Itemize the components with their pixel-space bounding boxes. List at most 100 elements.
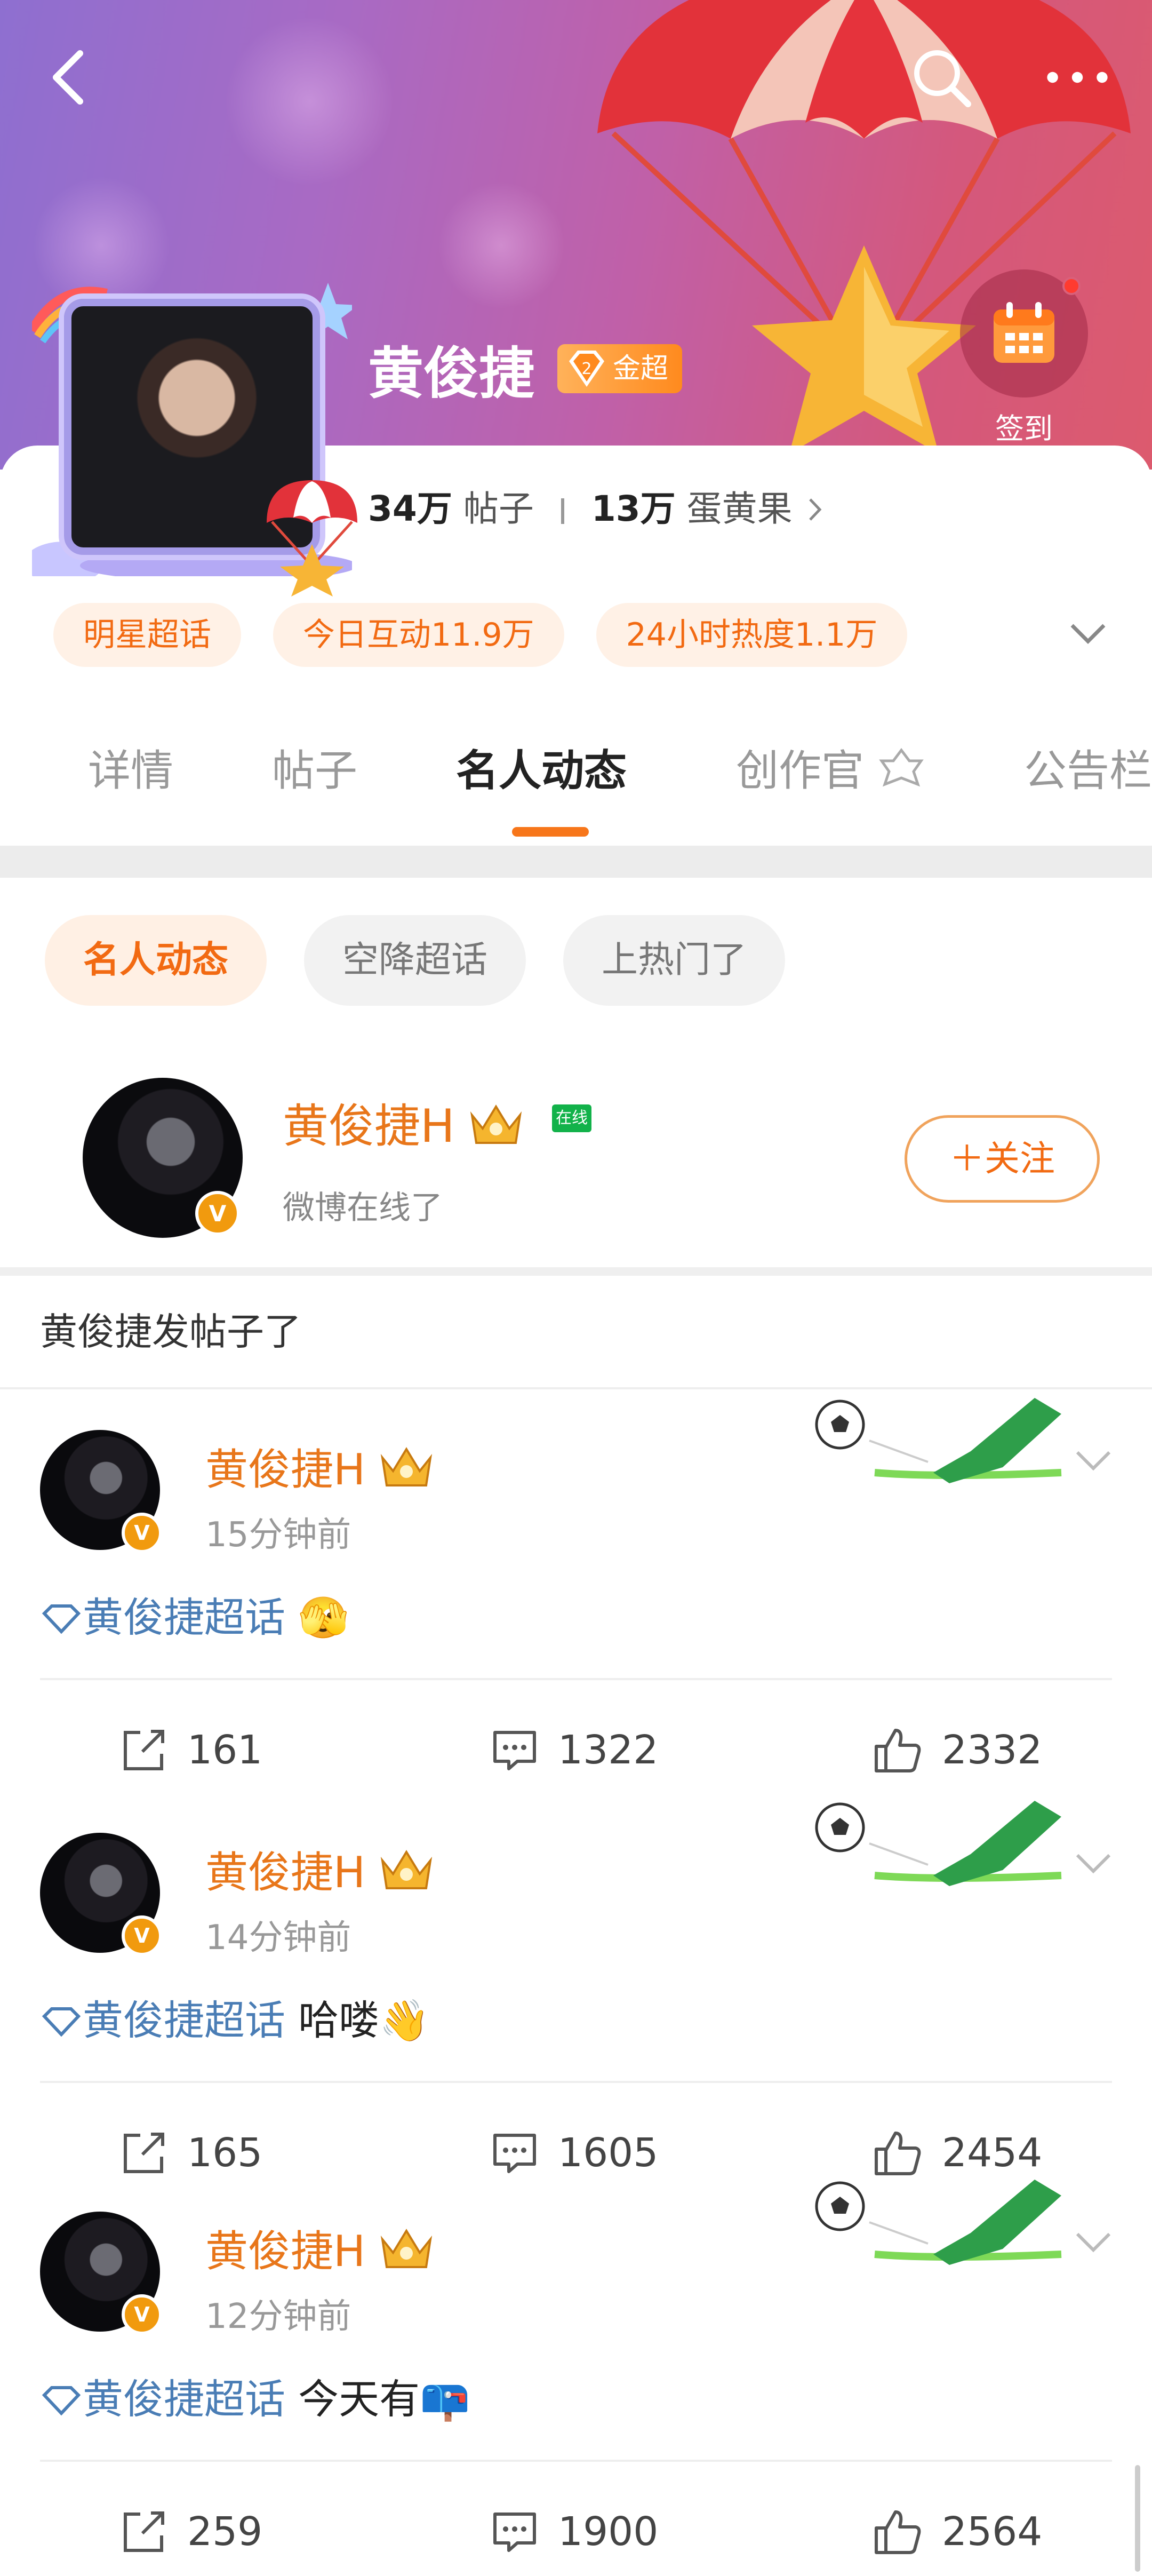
post-author-label: 黄俊捷H: [205, 1848, 366, 1897]
like-button[interactable]: 2332: [872, 1718, 1042, 1782]
post-author[interactable]: 黄俊捷H: [205, 2217, 436, 2279]
chip-trending[interactable]: 上热门了: [563, 915, 786, 1006]
online-badge: 在线: [552, 1104, 591, 1132]
tag-row: 明星超话 今日互动11.9万 24小时热度1.1万: [53, 603, 908, 667]
like-count: 2332: [942, 1727, 1043, 1773]
posts-label: 帖子: [463, 488, 534, 529]
post-author-label: 黄俊捷H: [205, 2227, 366, 2276]
post-card[interactable]: V 黄俊捷H 14分钟前 黄俊捷超话 哈喽👋 165 1605 2454: [0, 1790, 1152, 2176]
verified-badge: V: [195, 1191, 240, 1236]
tag-star-supertopic[interactable]: 明星超话: [53, 603, 241, 667]
tab-celebrity-updates[interactable]: 名人动态: [456, 736, 627, 798]
svg-text:2: 2: [581, 360, 591, 378]
chevron-down-icon[interactable]: [1067, 1441, 1120, 1483]
row-separator: [0, 1267, 1152, 1276]
post-actions: 161 1322 2332: [0, 1718, 1152, 1782]
post-content: 黄俊捷超话 🫣: [40, 1585, 349, 1643]
more-dots-icon: [1047, 71, 1108, 83]
post-author[interactable]: 黄俊捷H: [205, 1838, 436, 1900]
tag-daily-interaction[interactable]: 今日互动11.9万: [273, 603, 564, 667]
post-divider: [40, 2081, 1112, 2083]
eggs-label: 蛋黄果: [686, 488, 793, 529]
scrollbar[interactable]: [1135, 2465, 1140, 2572]
post-card[interactable]: V 黄俊捷H 12分钟前 黄俊捷超话 今天有📪 259 1900 2564: [0, 2169, 1152, 2576]
supertopic-diamond-icon: [42, 1604, 81, 1634]
section-separator: [0, 846, 1152, 878]
badge-label: 金超: [613, 353, 669, 385]
post-time: 14分钟前: [205, 1918, 351, 1958]
chevron-down-icon[interactable]: [1067, 2222, 1120, 2265]
section-title: 黄俊捷发帖子了: [40, 1310, 301, 1354]
tag-24h-heat[interactable]: 24小时热度1.1万: [596, 603, 908, 667]
back-arrow-icon: [53, 50, 83, 105]
eggs-count: 13万: [591, 488, 676, 529]
checkin-button[interactable]: 签到: [960, 269, 1088, 446]
post-time: 12分钟前: [205, 2297, 351, 2336]
checkin-label: 签到: [995, 412, 1053, 446]
verified-badge: V: [122, 1513, 162, 1553]
post-topic-link[interactable]: 黄俊捷超话: [83, 2375, 285, 2423]
post-author-label: 黄俊捷H: [205, 1445, 366, 1494]
crown-icon: [470, 1104, 522, 1144]
tab-details[interactable]: 详情: [88, 736, 173, 798]
search-icon: [914, 50, 971, 107]
thumbs-up-icon: [875, 2510, 921, 2554]
verified-badge: V: [122, 2294, 162, 2335]
calendar-icon: [994, 302, 1054, 363]
more-button[interactable]: [1043, 43, 1112, 112]
crown-icon: [381, 2229, 433, 2268]
comment-count: 1322: [558, 1727, 659, 1773]
tab-creator[interactable]: 创作官: [736, 736, 925, 798]
back-button[interactable]: [35, 43, 104, 112]
chevron-down-icon[interactable]: [1061, 614, 1115, 656]
like-button[interactable]: 2564: [872, 2500, 1042, 2564]
share-icon: [124, 2511, 164, 2552]
checkin-notification-dot: [1062, 277, 1081, 295]
tab-notice[interactable]: 公告栏: [1024, 736, 1152, 798]
comment-button[interactable]: 1900: [491, 2500, 658, 2564]
post-topic-link[interactable]: 黄俊捷超话: [83, 1594, 285, 1641]
comment-button[interactable]: 1322: [491, 1718, 658, 1782]
tab-creator-label: 创作官: [736, 746, 864, 796]
follow-button[interactable]: ＋关注: [905, 1115, 1100, 1203]
post-card[interactable]: V 黄俊捷H 15分钟前 黄俊捷超话 🫣 161 1322 2332: [0, 1387, 1152, 1790]
celebrity-row[interactable]: V 黄俊捷H 在线 微博在线了 ＋关注: [0, 1072, 1152, 1249]
stats-row[interactable]: 34万 帖子 13万 蛋黄果: [368, 480, 823, 531]
comment-icon: [493, 1731, 536, 1770]
post-topic-link[interactable]: 黄俊捷超话: [83, 1997, 285, 2044]
post-content: 黄俊捷超话 今天有📪: [40, 2366, 470, 2425]
supertopic-name: 黄俊捷: [368, 341, 535, 406]
post-author[interactable]: 黄俊捷H: [205, 1435, 436, 1497]
repost-count: 259: [187, 2509, 263, 2555]
repost-count: 161: [187, 1727, 263, 1773]
repost-button[interactable]: 259: [120, 2500, 262, 2564]
filter-chips: 名人动态 空降超话 上热门了: [45, 915, 786, 1006]
chevron-right-icon: [809, 498, 822, 521]
post-text: 🫣: [285, 1594, 349, 1641]
chip-airdrop-supertopic[interactable]: 空降超话: [304, 915, 526, 1006]
celebrity-name-label: 黄俊捷H: [283, 1100, 455, 1153]
soccer-decoration-icon: [815, 1398, 1062, 1483]
soccer-decoration-icon: [815, 2180, 1062, 2265]
crown-icon: [381, 1850, 433, 1889]
search-button[interactable]: [907, 43, 976, 112]
celebrity-name[interactable]: 黄俊捷H: [283, 1088, 525, 1155]
diamond-icon: 2: [569, 351, 604, 387]
post-text: 今天有📪: [285, 2375, 470, 2423]
app-root: 签到 黄俊捷 2 金超 34万 帖子 13万 蛋黄果 明星超话 今日互动11.9…: [0, 0, 1152, 2576]
gold-level-badge[interactable]: 2 金超: [557, 344, 683, 393]
verified-badge: V: [122, 1915, 162, 1956]
parachute-badge-icon: [267, 480, 357, 597]
repost-button[interactable]: 161: [120, 1718, 262, 1782]
soccer-decoration-icon: [815, 1801, 1062, 1886]
celebrity-status: 微博在线了: [283, 1189, 443, 1227]
tab-posts[interactable]: 帖子: [272, 736, 357, 798]
active-tab-indicator: [512, 827, 589, 837]
chevron-down-icon[interactable]: [1067, 1843, 1120, 1886]
chip-celebrity-updates[interactable]: 名人动态: [45, 915, 267, 1006]
stats-divider: [561, 498, 564, 524]
post-content: 黄俊捷超话 哈喽👋: [40, 1987, 430, 2046]
post-divider: [40, 2460, 1112, 2462]
comment-icon: [493, 2513, 536, 2552]
post-divider: [40, 1678, 1112, 1680]
